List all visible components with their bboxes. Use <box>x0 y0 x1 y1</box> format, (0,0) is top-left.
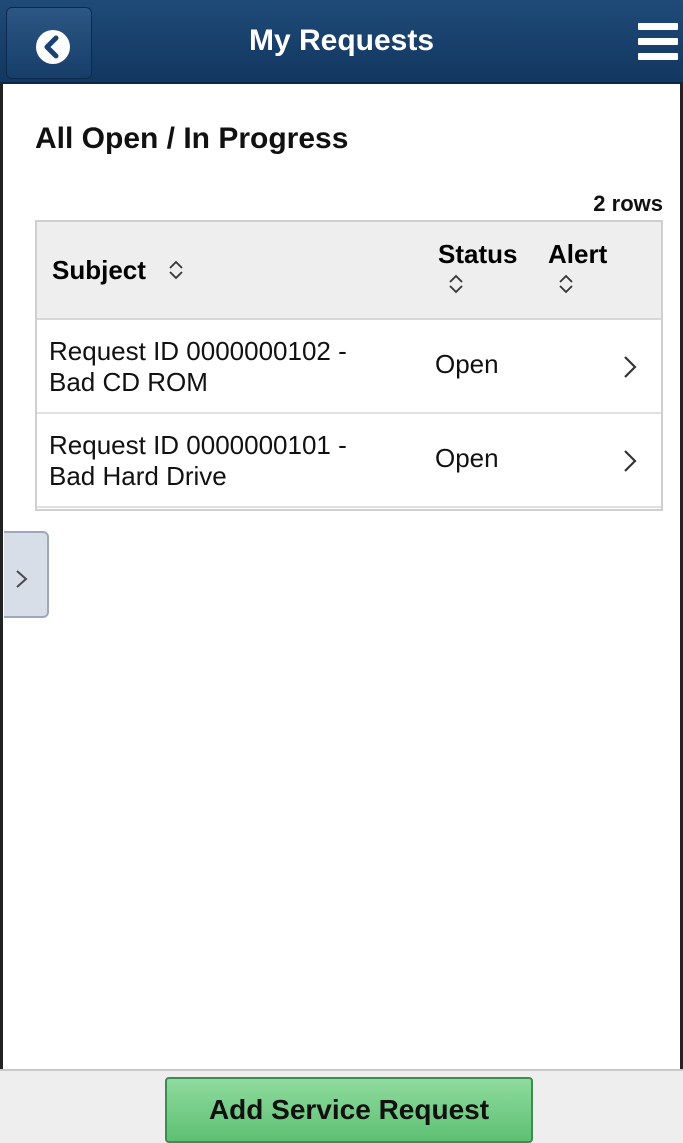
column-header-subject-label: Subject <box>52 255 146 285</box>
requests-grid: Subject Status Alert Request ID 00000001… <box>35 220 663 511</box>
request-subject-line2: Bad CD ROM <box>49 367 208 397</box>
request-subject-line1: Request ID 0000000101 - <box>49 430 347 460</box>
request-subject: Request ID 0000000102 - Bad CD ROM <box>49 336 409 398</box>
table-row[interactable]: Request ID 0000000102 - Bad CD ROM Open <box>37 320 661 414</box>
add-service-request-button[interactable]: Add Service Request <box>165 1077 533 1143</box>
header-bar: My Requests <box>0 0 683 84</box>
request-status: Open <box>435 443 499 473</box>
request-subject-line2: Bad Hard Drive <box>49 461 227 491</box>
footer-bar: Add Service Request <box>0 1069 683 1143</box>
column-header-status-label: Status <box>438 239 518 269</box>
side-panel-toggle[interactable] <box>4 531 49 618</box>
row-count: 2 rows <box>593 191 663 216</box>
column-header-subject[interactable]: Subject <box>52 255 183 286</box>
chevron-right-icon[interactable] <box>622 354 638 380</box>
request-subject: Request ID 0000000101 - Bad Hard Drive <box>49 430 409 492</box>
app-frame <box>0 0 683 1143</box>
sort-icon <box>559 274 573 294</box>
page-title: My Requests <box>248 24 435 57</box>
sort-icon <box>169 260 183 280</box>
sort-icon <box>449 274 463 294</box>
table-row[interactable]: Request ID 0000000101 - Bad Hard Drive O… <box>37 414 661 508</box>
column-header-alert[interactable]: Alert <box>548 239 628 299</box>
column-header-alert-label: Alert <box>548 239 608 269</box>
grid-header: Subject Status Alert <box>37 222 661 320</box>
request-subject-line1: Request ID 0000000102 - <box>49 336 347 366</box>
section-title: All Open / In Progress <box>35 122 349 155</box>
hamburger-menu-icon[interactable] <box>638 23 678 61</box>
column-header-status[interactable]: Status <box>438 239 538 299</box>
request-status: Open <box>435 349 499 379</box>
chevron-right-icon[interactable] <box>622 448 638 474</box>
chevron-right-icon <box>16 570 28 588</box>
